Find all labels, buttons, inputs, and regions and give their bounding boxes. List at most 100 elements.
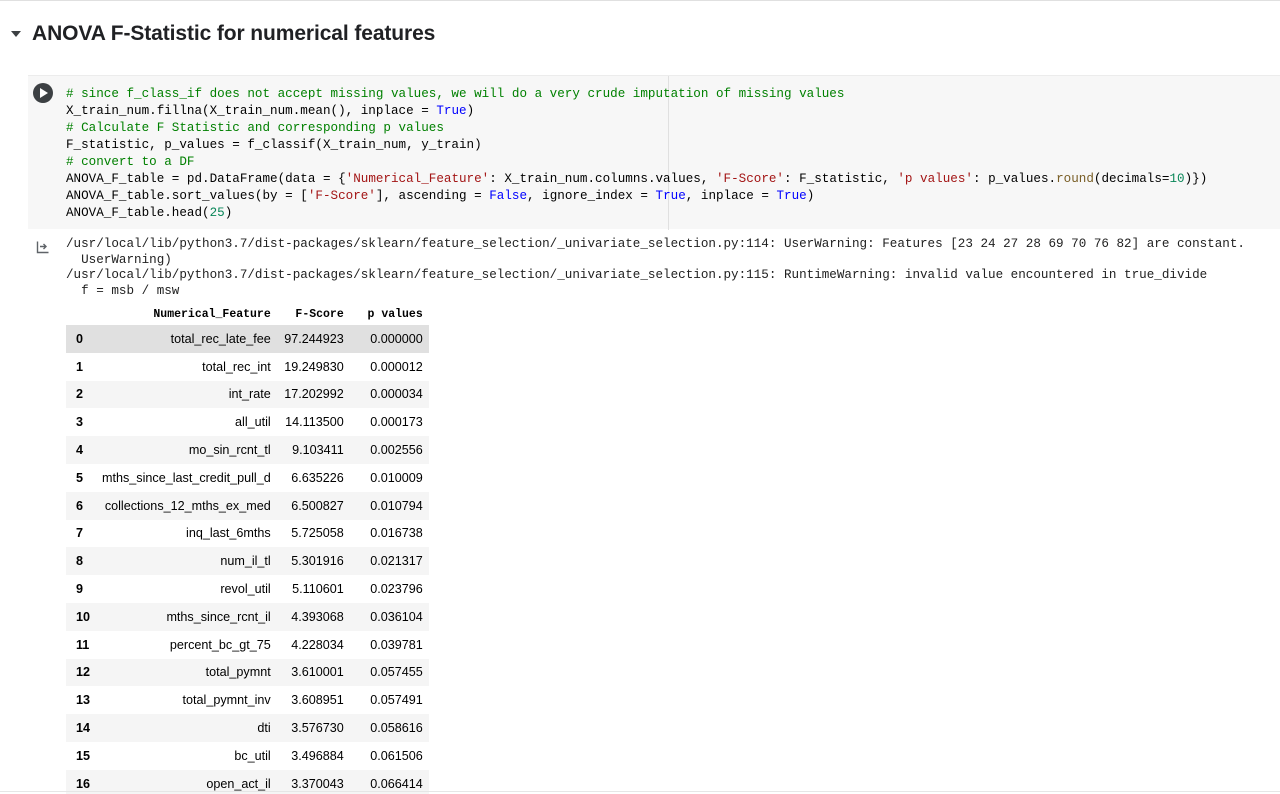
section-header: ANOVA F-Statistic for numerical features	[0, 14, 435, 54]
cell-p-value: 0.061506	[370, 748, 423, 763]
row-index: 3	[76, 415, 84, 430]
warning-line-1-cont: UserWarning)	[66, 252, 172, 267]
table-row: 10 mths_since_rcnt_il 4.393068 0.036104	[66, 602, 429, 631]
cell-f-score: 3.608951	[291, 693, 344, 708]
cell-p-value: 0.057455	[370, 665, 423, 680]
table-row: 2 int_rate 17.202992 0.000034	[66, 380, 429, 409]
table-row: 11 percent_bc_gt_75 4.228034 0.039781	[66, 630, 429, 659]
cell-numerical-feature: mths_since_rcnt_il	[166, 609, 271, 624]
cell-numerical-feature: int_rate	[228, 387, 271, 402]
row-index: 4	[76, 443, 84, 458]
cell-numerical-feature: total_rec_late_fee	[170, 331, 271, 346]
cell-numerical-feature: revol_util	[220, 582, 271, 597]
cell-numerical-feature: collections_12_mths_ex_med	[104, 498, 271, 513]
cell-numerical-feature: mths_since_last_credit_pull_d	[102, 470, 271, 485]
cell-p-value: 0.058616	[370, 721, 423, 736]
cell-output: /usr/local/lib/python3.7/dist-packages/s…	[28, 234, 1280, 794]
cell-f-score: 3.610001	[291, 665, 344, 680]
code-line-3: # Calculate F Statistic and correspondin…	[66, 121, 444, 135]
cell-f-score: 19.249830	[284, 359, 344, 374]
row-index: 9	[76, 582, 84, 597]
row-index: 15	[76, 748, 91, 763]
cell-f-score: 5.301916	[291, 554, 344, 569]
cell-p-value: 0.000034	[370, 387, 423, 402]
code-line-1: # since f_class_if does not accept missi…	[66, 87, 845, 101]
cell-f-score: 97.244923	[284, 331, 344, 346]
cell-numerical-feature: percent_bc_gt_75	[169, 637, 271, 652]
table-row: 4 mo_sin_rcnt_tl 9.103411 0.002556	[66, 436, 429, 464]
cell-numerical-feature: total_pymnt	[205, 665, 271, 680]
caret-down-icon	[11, 31, 21, 37]
row-index: 14	[76, 721, 91, 736]
header-f-score: F-Score	[295, 307, 344, 321]
row-index: 10	[76, 609, 91, 624]
code-line-7: ANOVA_F_table.sort_values(by = ['F-Score…	[66, 189, 815, 203]
cell-p-value: 0.000000	[370, 331, 423, 346]
output-arrow-icon[interactable]	[36, 240, 50, 254]
header-numerical-feature: Numerical_Feature	[153, 307, 271, 321]
cell-f-score: 3.496884	[291, 748, 344, 763]
collapse-section-button[interactable]	[0, 14, 32, 54]
cell-numerical-feature: bc_util	[234, 748, 271, 763]
play-icon	[40, 88, 48, 98]
code-line-6: ANOVA_F_table = pd.DataFrame(data = {'Nu…	[66, 172, 1208, 186]
cell-p-value: 0.023796	[370, 582, 423, 597]
cell-f-score: 9.103411	[292, 443, 344, 458]
cell-numerical-feature: total_pymnt_inv	[182, 693, 271, 708]
table-row: 3 all_util 14.113500 0.000173	[66, 408, 429, 437]
cell-f-score: 5.725058	[291, 526, 344, 541]
bottom-divider	[0, 791, 1280, 792]
table-row: 14 dti 3.576730 0.058616	[66, 714, 429, 742]
code-line-4: F_statistic, p_values = f_classif(X_trai…	[66, 138, 482, 152]
table-row: 12 total_pymnt 3.610001 0.057455	[66, 658, 429, 687]
code-editor[interactable]: # since f_class_if does not accept missi…	[66, 86, 1276, 222]
section-title: ANOVA F-Statistic for numerical features	[32, 22, 436, 45]
cell-p-value: 0.057491	[370, 693, 423, 708]
cell-f-score: 3.576730	[291, 721, 344, 736]
cell-p-value: 0.000173	[370, 415, 423, 430]
row-index: 0	[76, 331, 84, 346]
cell-p-value: 0.016738	[370, 526, 423, 541]
stderr-output: /usr/local/lib/python3.7/dist-packages/s…	[66, 237, 1245, 299]
row-index: 13	[76, 693, 91, 708]
row-index: 5	[76, 470, 84, 485]
cell-p-value: 0.002556	[370, 443, 423, 458]
table-row: 15 bc_util 3.496884 0.061506	[66, 741, 429, 770]
warning-line-2: /usr/local/lib/python3.7/dist-packages/s…	[66, 268, 1208, 282]
table-row: 13 total_pymnt_inv 3.608951 0.057491	[66, 686, 429, 715]
code-cell[interactable]: # since f_class_if does not accept missi…	[28, 75, 1280, 230]
code-line-8: ANOVA_F_table.head(25)	[66, 206, 233, 220]
cell-p-value: 0.010009	[370, 470, 423, 485]
table-row: 1 total_rec_int 19.249830 0.000012	[66, 352, 429, 381]
cell-numerical-feature: all_util	[235, 415, 271, 430]
code-line-5: # convert to a DF	[66, 155, 195, 169]
run-cell-button[interactable]	[33, 83, 53, 103]
row-index: 12	[76, 665, 91, 680]
table-row: 8 num_il_tl 5.301916 0.021317	[66, 547, 429, 576]
cell-p-value: 0.021317	[370, 554, 423, 569]
row-index: 7	[76, 526, 84, 541]
cell-numerical-feature: dti	[257, 721, 271, 736]
header-index	[66, 303, 96, 325]
row-index: 1	[76, 359, 84, 374]
code-line-2: X_train_num.fillna(X_train_num.mean(), i…	[66, 104, 475, 118]
row-index: 11	[76, 637, 90, 652]
cell-f-score: 14.113500	[285, 415, 344, 430]
row-index: 2	[76, 387, 84, 402]
cell-numerical-feature: inq_last_6mths	[186, 526, 271, 541]
table-row: 0 total_rec_late_fee 97.244923 0.000000	[66, 325, 429, 353]
cell-numerical-feature: mo_sin_rcnt_tl	[188, 443, 271, 458]
cell-f-score: 6.635226	[291, 470, 344, 485]
table-row: 5 mths_since_last_credit_pull_d 6.635226 0.…	[66, 463, 429, 492]
cell-p-value: 0.010794	[370, 498, 423, 513]
warning-line-1: /usr/local/lib/python3.7/dist-packages/s…	[66, 237, 1245, 251]
warning-line-2-cont: f = msb / msw	[66, 283, 180, 298]
header-p-values: p values	[367, 307, 423, 321]
cell-p-value: 0.000012	[370, 359, 423, 374]
cell-f-score: 6.500827	[291, 498, 344, 513]
row-index: 6	[76, 498, 84, 513]
cell-p-value: 0.039781	[370, 637, 423, 652]
cell-f-score: 5.110601	[292, 582, 344, 597]
table-header-row: Numerical_Feature F-Score p values	[66, 303, 429, 325]
cell-numerical-feature: num_il_tl	[220, 554, 271, 569]
